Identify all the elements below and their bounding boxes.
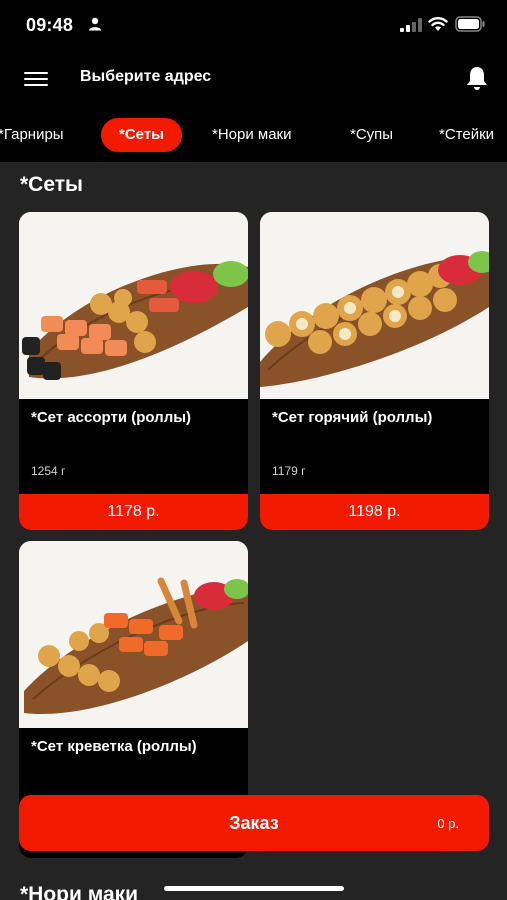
product-card[interactable]: *Сет ассорти (роллы) 1254 г 1178 р. bbox=[19, 212, 248, 530]
product-name: *Сет ассорти (роллы) bbox=[31, 409, 192, 426]
tab-sets[interactable]: *Сеты bbox=[101, 118, 182, 152]
menu-icon[interactable] bbox=[24, 69, 48, 89]
product-name: *Сет горячий (роллы) bbox=[272, 409, 433, 426]
tab-steaks[interactable]: *Стейки bbox=[439, 118, 494, 152]
signal-icon bbox=[400, 18, 422, 32]
product-name: *Сет креветка (роллы) bbox=[31, 738, 197, 755]
tab-nori-maki[interactable]: *Нори маки bbox=[212, 118, 292, 152]
product-price-button[interactable]: 1198 р. bbox=[260, 494, 489, 530]
wifi-icon bbox=[428, 17, 448, 31]
order-total: 0 р. bbox=[437, 816, 459, 831]
tab-soups[interactable]: *Супы bbox=[350, 118, 393, 152]
order-button[interactable]: Заказ 0 р. bbox=[19, 795, 489, 851]
bell-icon[interactable] bbox=[465, 65, 489, 91]
battery-icon bbox=[455, 16, 485, 32]
status-time: 09:48 bbox=[26, 15, 74, 35]
product-weight: 1254 г bbox=[31, 464, 66, 478]
product-card[interactable]: *Сет горячий (роллы) 1179 г 1198 р. bbox=[260, 212, 489, 530]
product-price-button[interactable]: 1178 р. bbox=[19, 494, 248, 530]
category-tabs: *Гарниры *Сеты *Нори маки *Супы *Стейки bbox=[0, 106, 507, 162]
product-image bbox=[260, 212, 489, 399]
app-header: Выберите адрес bbox=[0, 52, 507, 106]
product-weight: 1179 г bbox=[272, 464, 306, 478]
section-title-sets: *Сеты bbox=[20, 173, 83, 196]
product-image bbox=[19, 541, 248, 728]
address-selector[interactable]: Выберите адрес bbox=[80, 68, 211, 86]
person-icon bbox=[89, 17, 101, 31]
order-label: Заказ bbox=[229, 813, 279, 833]
product-image bbox=[19, 212, 248, 399]
home-indicator bbox=[164, 886, 344, 891]
tab-garnish[interactable]: *Гарниры bbox=[0, 118, 64, 152]
section-title-nori-maki: *Нори маки bbox=[20, 883, 139, 900]
status-bar: 09:48 bbox=[0, 0, 507, 52]
